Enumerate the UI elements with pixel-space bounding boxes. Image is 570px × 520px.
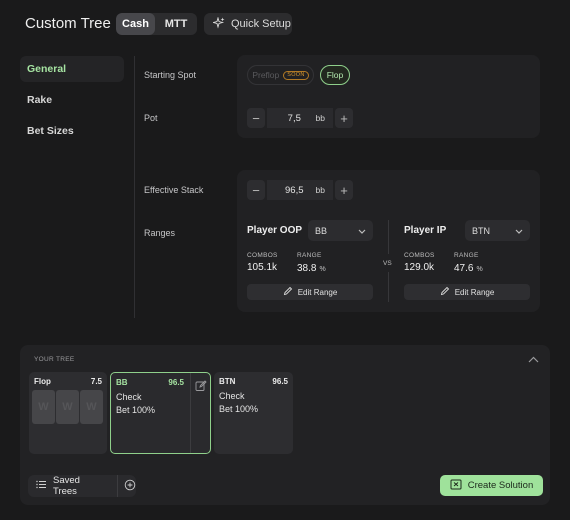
node-action: Check [116,392,142,402]
oop-range: 38.8 % [297,262,326,274]
chevron-down-icon [358,226,366,236]
edit-node-icon[interactable] [195,380,207,395]
node-stack: 7.5 [90,377,102,386]
plus-icon: + [340,110,348,126]
solution-icon [450,479,462,493]
node-title: BTN [219,377,236,386]
your-tree-label: YOUR TREE [34,356,75,363]
button-divider [117,475,118,497]
create-solution-button[interactable]: Create Solution [440,475,543,496]
ip-combos-value: 129.0k [404,262,435,273]
pencil-icon [283,286,293,298]
oop-position-select[interactable]: BB [308,220,373,241]
node-stack: 96.5 [272,377,288,386]
board-card: W [56,390,79,424]
ip-range-unit: % [476,266,483,273]
player-ip-title: Player IP [404,225,447,236]
node-divider [190,373,191,453]
stack-decrement-button[interactable]: − [247,180,265,200]
ip-range-label: RANGE [454,252,479,259]
mode-cash-button[interactable]: Cash [116,13,155,35]
starting-spot-label: Starting Spot [144,70,197,80]
node-title: Flop [34,377,51,386]
game-mode-toggle[interactable]: Cash MTT [116,13,197,35]
stack-stepper: − 96,5 bb + [247,180,353,200]
pot-unit: bb [315,113,325,123]
tree-node-btn[interactable]: BTN 96.5 Check Bet 100% [214,372,293,454]
stack-increment-button[interactable]: + [335,180,353,200]
vs-divider-bottom [388,272,389,302]
ip-edit-range-button[interactable]: Edit Range [404,284,530,300]
oop-range-label: RANGE [297,252,322,259]
stack-input[interactable]: 96,5 bb [267,180,333,200]
stack-value: 96,5 [285,184,304,196]
sidebar-divider [134,56,135,318]
tree-node-bb[interactable]: BB 96.5 Check Bet 100% [110,372,211,454]
quick-setup-label: Quick Setup [231,18,291,30]
node-action: Bet 100% [219,404,259,414]
minus-icon: − [252,182,260,198]
pot-increment-button[interactable]: + [335,108,353,128]
board-card: W [32,390,55,424]
oop-edit-range-button[interactable]: Edit Range [247,284,373,300]
sidebar-item-rake[interactable]: Rake [20,87,124,113]
plus-icon: + [340,182,348,198]
sidebar-item-bet-sizes[interactable]: Bet Sizes [20,118,124,144]
preflop-label: Preflop [252,70,280,80]
create-solution-label: Create Solution [467,480,534,491]
sidebar-item-label: Bet Sizes [27,125,74,137]
sparkle-icon [211,15,225,32]
board-card: W [80,390,103,424]
pot-value: 7,5 [287,112,301,124]
stack-unit: bb [315,185,325,195]
oop-range-value: 38.8 [297,263,317,274]
minus-icon: − [252,110,260,126]
preflop-option: Preflop SOON [247,65,314,85]
saved-trees-label: Saved Trees [53,475,80,497]
sidebar-item-general[interactable]: General [20,56,124,82]
quick-setup-button[interactable]: Quick Setup [204,13,292,35]
node-title: BB [116,378,128,387]
saved-trees-button[interactable]: Saved Trees [28,475,136,497]
oop-combos-label: COMBOS [247,252,278,259]
vs-divider-top [388,220,389,254]
sidebar-item-label: General [27,63,67,75]
add-tree-icon[interactable] [124,479,136,494]
node-action: Bet 100% [116,405,156,415]
pot-stepper: − 7,5 bb + [247,108,353,128]
mode-mtt-button[interactable]: MTT [155,13,197,35]
pencil-icon [440,286,450,298]
pot-decrement-button[interactable]: − [247,108,265,128]
page-title: Custom Tree [25,15,111,32]
ip-combos-label: COMBOS [404,252,435,259]
flop-option[interactable]: Flop [320,65,350,85]
tree-node-flop[interactable]: Flop 7.5 W W W [29,372,107,454]
node-stack: 96.5 [168,378,184,387]
oop-edit-range-label: Edit Range [297,287,338,297]
list-icon [36,480,47,492]
ip-position-value: BTN [472,225,490,236]
sidebar-item-label: Rake [27,94,53,106]
pot-input[interactable]: 7,5 bb [267,108,333,128]
player-oop-title: Player OOP [247,225,303,236]
effective-stack-label: Effective Stack [144,185,204,195]
ip-position-select[interactable]: BTN [465,220,530,241]
vs-label: VS [383,260,392,267]
ranges-label: Ranges [144,228,176,238]
chevron-down-icon [515,226,523,236]
pot-label: Pot [144,113,158,123]
oop-position-value: BB [315,225,328,236]
node-action: Check [219,391,245,401]
oop-combos-value: 105.1k [247,262,278,273]
collapse-chevron-icon[interactable] [528,354,539,366]
soon-badge: SOON [283,70,309,80]
ip-range-value: 47.6 [454,263,474,274]
ip-edit-range-label: Edit Range [454,287,495,297]
oop-range-unit: % [319,266,326,273]
ip-range: 47.6 % [454,262,483,274]
